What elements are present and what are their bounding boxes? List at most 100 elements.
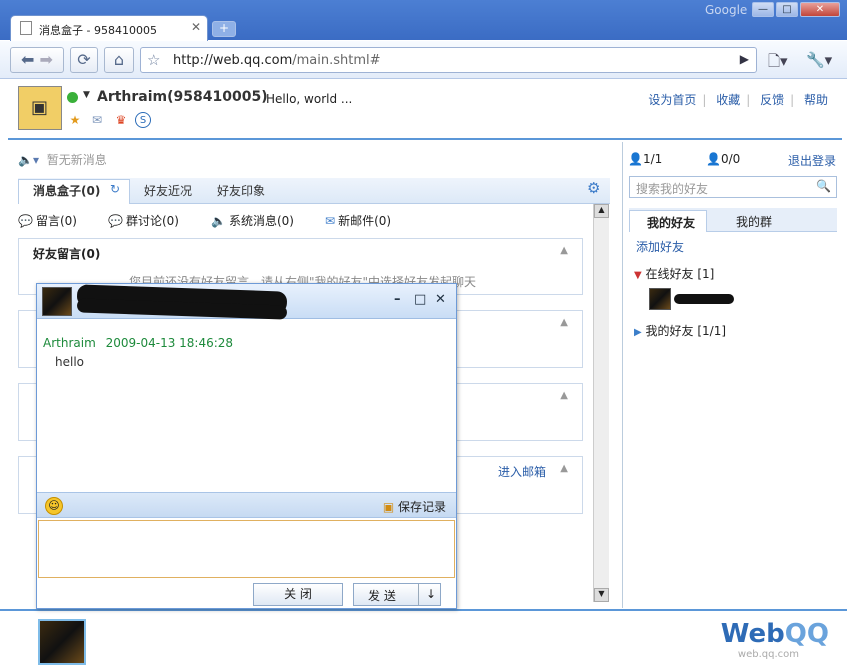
person-icon: 👤 [628,152,643,166]
chat-window: – □ ✕ Arthraim 2009-04-13 18:46:28 hello… [36,283,457,609]
tab-friend-status[interactable]: 好友近况 [144,182,192,199]
speech-bubble-icon: 💬 [18,214,33,228]
go-icon[interactable]: ▶ [740,52,749,66]
taskbar-chat-avatar[interactable] [38,619,86,665]
avatar-face-icon: ▣ [31,97,49,118]
url-host: http://web.qq.com [173,53,293,68]
help-link[interactable]: 帮助 [804,93,828,107]
message-time: 2009-04-13 18:46:28 [105,336,234,350]
group-online[interactable]: ▼ 在线好友 [1] [634,265,714,282]
online-status-icon[interactable] [67,92,78,103]
send-label[interactable]: 发 送 [368,587,396,604]
mail-icon[interactable]: ✉ [89,112,105,128]
tab-message-box-label[interactable]: 消息盒子(0) [33,182,100,199]
browser-brand: Google [705,3,748,17]
collapsed-arrow-icon: ▶ [634,327,642,338]
maximize-icon[interactable]: □ [414,292,426,307]
page-menu-icon[interactable]: 🗋▾ [768,51,788,76]
box-title: 好友留言(0) [33,247,101,261]
back-forward-buttons[interactable]: ⬅ ➡ [10,47,64,73]
maximize-button[interactable]: □ [776,2,798,17]
tab-title: 消息盒子 - 958410005 [39,24,157,37]
collapse-icon[interactable]: ▲ [560,463,568,474]
add-friend-link[interactable]: 添加好友 [636,238,684,255]
bookmark-star-icon[interactable]: ☆ [147,51,160,69]
username: Arthraim(958410005) [97,89,268,105]
status-dropdown-icon[interactable]: ▼ [83,90,90,100]
home-button[interactable]: ⌂ [104,47,134,73]
refresh-icon[interactable]: ↻ [110,182,120,196]
scroll-down-icon[interactable]: ▼ [594,588,609,602]
minimize-button[interactable]: — [752,2,774,17]
redacted-friend-name[interactable] [674,294,734,304]
message-header: Arthraim 2009-04-13 18:46:28 [43,336,233,350]
notice-text: 暂无新消息 [46,153,107,167]
subtab-system-messages[interactable]: 🔈 系统消息(0) [211,212,294,229]
message-tabs: 消息盒子(0) ↻ 好友近况 好友印象 ⚙ [18,178,610,204]
search-placeholder: 搜索我的好友 [636,182,709,196]
page-header: ▣ ▼ Arthraim(958410005) Hello, world ...… [8,80,842,140]
group-my-friends[interactable]: ▶ 我的好友 [1/1] [634,322,726,339]
divider [418,584,419,605]
subtab-messages[interactable]: 💬 留言(0) [18,212,77,229]
close-icon[interactable]: ✕ [435,292,446,307]
send-options-icon[interactable]: ↓ [426,587,436,601]
logout-link[interactable]: 退出登录 [788,152,836,169]
url-path: /main.shtml# [292,53,381,68]
reload-button[interactable]: ⟳ [70,47,98,73]
forward-icon[interactable]: ➡ [40,50,53,69]
scroll-up-icon[interactable]: ▲ [594,204,609,218]
favorite-link[interactable]: 收藏 [716,93,740,107]
chat-toolbar: ☺ ▣ 保存记录 [37,492,456,518]
set-homepage-link[interactable]: 设为首页 [648,93,696,107]
friend-avatar[interactable] [649,288,671,310]
page-footer: WebQQ web.qq.com [0,609,847,672]
back-icon[interactable]: ⬅ [21,50,34,69]
address-bar[interactable]: ☆ http://web.qq.com/main.shtml# ▶ [140,47,757,73]
signature[interactable]: Hello, world ... [266,92,352,106]
save-history-button[interactable]: ▣ 保存记录 [383,498,446,515]
wrench-menu-icon[interactable]: 🔧▾ [806,51,832,69]
qzone-icon[interactable]: ★ [67,112,83,128]
penguin-icon[interactable]: ♛ [113,112,129,128]
online-count: 👤1/1 [628,152,663,166]
collapse-icon[interactable]: ▲ [560,317,568,328]
offline-count: 👤0/0 [706,152,741,166]
url-text[interactable]: http://web.qq.com/main.shtml# [173,53,381,68]
friend-search-input[interactable]: 搜索我的好友 🔍 [629,176,837,198]
subtab-group-discussion[interactable]: 💬 群讨论(0) [108,212,179,229]
collapse-icon[interactable]: ▲ [560,390,568,401]
search-icon[interactable]: 🔍 [816,179,831,193]
speaker-icon[interactable]: 🔈▾ [18,153,39,167]
chat-input[interactable] [38,520,455,578]
scrollbar[interactable]: ▲ ▼ [593,204,609,602]
new-tab-button[interactable]: + [212,21,236,37]
close-chat-button[interactable]: 关 闭 [253,583,343,606]
enter-mailbox-link[interactable]: 进入邮箱 [498,463,546,480]
close-window-button[interactable]: ✕ [800,2,840,17]
wallet-icon[interactable]: S [135,112,151,128]
emoticon-icon[interactable]: ☺ [45,497,63,515]
friend-panel: 👤1/1 👤0/0 退出登录 搜索我的好友 🔍 我的好友 我的群 添加好友 ▼ … [624,142,842,608]
tab-my-friends-label[interactable]: 我的好友 [647,214,695,231]
message-sender: Arthraim [43,336,96,350]
settings-gear-icon[interactable]: ⚙ [587,179,600,197]
tab-my-groups[interactable]: 我的群 [736,213,772,230]
history-icon: ▣ [382,500,395,514]
subtab-new-mail[interactable]: ✉ 新邮件(0) [325,212,391,229]
minimize-icon[interactable]: – [394,292,401,307]
feedback-link[interactable]: 反馈 [760,93,784,107]
collapse-icon[interactable]: ▲ [560,245,568,256]
notice-bar: 🔈▾ 暂无新消息 [18,151,107,168]
user-avatar[interactable]: ▣ [18,86,62,130]
chat-friend-avatar[interactable] [42,287,72,316]
close-tab-icon[interactable]: ✕ [191,20,201,34]
browser-titlebar: 消息盒子 - 958410005 ✕ + Google — □ ✕ [0,0,847,41]
message-subtabs: 💬 留言(0) 💬 群讨论(0) 🔈 系统消息(0) ✉ 新邮件(0) [18,210,598,232]
tab-friend-impression[interactable]: 好友印象 [217,182,265,199]
send-button[interactable]: 发 送 ↓ [353,583,441,606]
expanded-arrow-icon: ▼ [634,270,642,281]
browser-toolbar: ⬅ ➡ ⟳ ⌂ ☆ http://web.qq.com/main.shtml# … [0,41,847,79]
browser-tab[interactable]: 消息盒子 - 958410005 ✕ [10,15,208,41]
page-icon [20,21,32,35]
